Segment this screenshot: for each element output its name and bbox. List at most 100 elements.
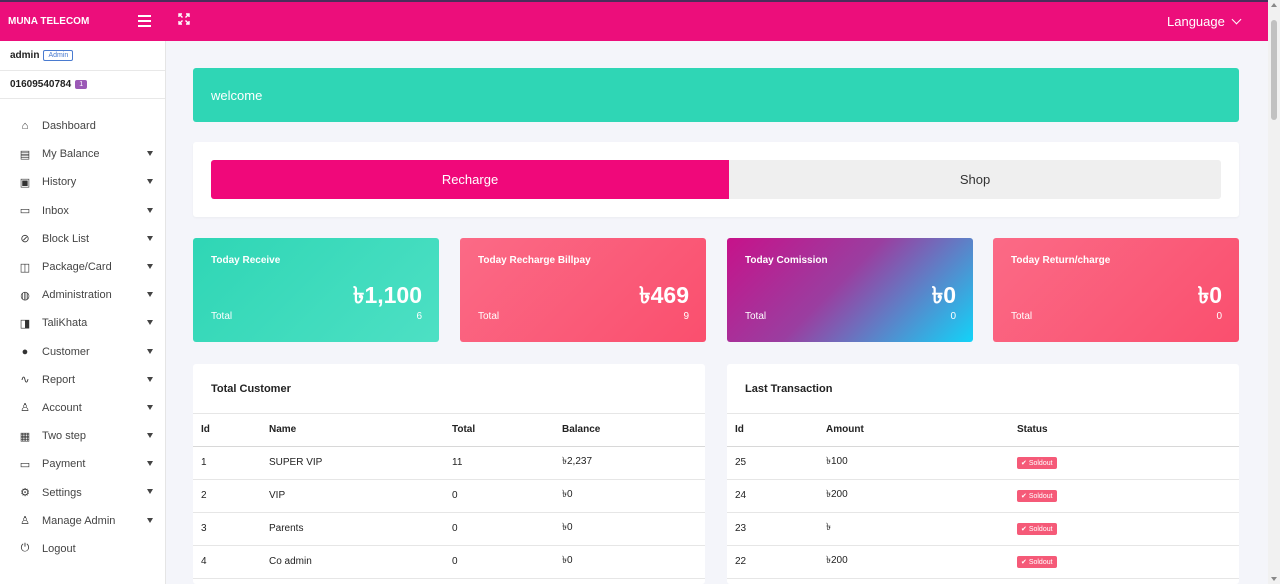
sidebar-item-settings[interactable]: ⚙ Settings	[0, 478, 165, 506]
sidebar-item-two-step[interactable]: ▦ Two step	[0, 422, 165, 450]
caret-down-icon	[147, 292, 153, 298]
sidebar-item-package-card[interactable]: ◫ Package/Card	[0, 253, 165, 281]
status-badge: ✔ Soldout	[1017, 522, 1057, 535]
sidebar-item-inbox[interactable]: ▭ Inbox	[0, 197, 165, 225]
sidebar-item-label: Report	[42, 373, 76, 386]
package-icon: ◫	[19, 261, 31, 274]
sidebar-item-logout[interactable]: ⏻ Logout	[0, 535, 165, 563]
column-header: Name	[261, 414, 444, 447]
sidebar-item-label: Package/Card	[42, 261, 112, 274]
page-scrollbar[interactable]	[1268, 0, 1280, 584]
sidebar-item-label: Payment	[42, 458, 86, 471]
table-cell: Parents	[261, 512, 444, 546]
caret-down-icon	[147, 489, 153, 495]
sidebar-item-label: Two step	[42, 430, 87, 443]
table-row: 24 ৳200 ✔ Soldout	[727, 479, 1239, 513]
table-row: 1 SUPER VIP 11 ৳2,237	[193, 446, 705, 480]
status-badge: ✔ Soldout	[1017, 555, 1057, 568]
table-cell: VIP	[261, 479, 444, 513]
stat-card-today-comission: Today Comission ৳0 Total 0	[727, 238, 973, 342]
wallet-icon: ▤	[19, 148, 31, 161]
role-badge: Admin	[43, 50, 74, 61]
table-cell: ৳200	[818, 545, 1009, 579]
caret-down-icon	[147, 320, 153, 326]
column-header: Id	[193, 414, 261, 447]
stat-label: Total	[478, 311, 500, 322]
table-cell: ৳0	[554, 512, 705, 546]
column-header: Id	[727, 414, 818, 447]
stat-card-today-receive: Today Receive ৳1,100 Total 6	[193, 238, 439, 342]
home-icon: ⌂	[21, 120, 29, 133]
stat-label: Total	[1011, 311, 1033, 322]
table-cell: ৳100	[818, 446, 1009, 480]
caret-down-icon	[147, 207, 153, 213]
sidebar-item-label: Settings	[42, 486, 82, 499]
stat-count: 9	[683, 311, 689, 322]
stat-value: ৳469	[639, 282, 689, 308]
sidebar-item-report[interactable]: ∿ Report	[0, 366, 165, 394]
fullscreen-icon[interactable]	[178, 12, 194, 28]
sidebar-item-dashboard[interactable]: ⌂ Dashboard	[0, 112, 165, 140]
table-cell: 0	[444, 512, 554, 546]
status-badge: ✔ Soldout	[1017, 489, 1057, 502]
scroll-up-arrow-icon[interactable]	[1271, 3, 1277, 7]
sidebar-item-label: Account	[42, 401, 82, 414]
table-header-row: Id Name Total Balance	[193, 414, 705, 447]
language-dropdown[interactable]: Language	[1167, 14, 1242, 29]
sidebar: admin Admin 01609540784 1 ⌂ Dashboard ▤ My …	[0, 41, 166, 584]
sidebar-item-customer[interactable]: ● Customer	[0, 338, 165, 366]
caret-down-icon	[147, 263, 153, 269]
table-cell: SUPER VIP	[261, 446, 444, 480]
table-cell: ৳0	[554, 479, 705, 513]
user-icon: ♙	[20, 402, 30, 415]
stat-card-today-return-charge: Today Return/charge ৳0 Total 0	[993, 238, 1239, 342]
table-row: 22 ৳200 ✔ Soldout	[727, 545, 1239, 579]
block-icon: ⊘	[20, 233, 30, 246]
table-cell: 0	[444, 479, 554, 513]
caret-down-icon	[147, 461, 153, 467]
sidebar-item-block-list[interactable]: ⊘ Block List	[0, 225, 165, 253]
sidebar-item-talikhata[interactable]: ◨ TaliKhata	[0, 309, 165, 337]
sidebar-item-administration[interactable]: ◍ Administration	[0, 281, 165, 309]
chat-icon: ▭	[19, 205, 31, 218]
sidebar-item-label: Block List	[42, 232, 90, 245]
palette-icon: ◍	[20, 289, 30, 302]
language-label: Language	[1167, 14, 1225, 29]
scroll-thumb[interactable]	[1271, 20, 1277, 120]
column-header: Amount	[818, 414, 1009, 447]
activity-icon: ∿	[20, 374, 30, 387]
stat-label: Total	[211, 311, 233, 322]
chart-icon: ▦	[19, 430, 31, 443]
sidebar-item-label: Manage Admin	[42, 514, 116, 527]
caret-down-icon	[147, 151, 153, 157]
status-text: Soldout	[1028, 558, 1053, 566]
scroll-down-arrow-icon[interactable]	[1271, 577, 1277, 581]
table-cell: 4	[193, 545, 261, 579]
sidebar-item-label: Customer	[42, 345, 90, 358]
sidebar-item-label: Dashboard	[42, 120, 96, 133]
status-badge: ✔ Soldout	[1017, 456, 1057, 469]
table-cell: 1	[193, 446, 261, 480]
sidebar-item-label: Logout	[42, 542, 76, 555]
tab-shop[interactable]: Shop	[729, 160, 1221, 199]
transaction-table: Id Amount Status 25 ৳100 ✔ Soldout 24 ৳2…	[727, 414, 1239, 579]
hamburger-menu-icon[interactable]	[138, 15, 151, 27]
table-cell: ৳0	[554, 545, 705, 579]
caret-down-icon	[147, 433, 153, 439]
sidebar-item-history[interactable]: ▣ History	[0, 168, 165, 196]
table-row: 3 Parents 0 ৳0	[193, 512, 705, 546]
table-row: 4 Co admin 0 ৳0	[193, 545, 705, 579]
caret-down-icon	[147, 235, 153, 241]
sidebar-item-account[interactable]: ♙ Account	[0, 394, 165, 422]
sidebar-item-manage-admin[interactable]: ♙ Manage Admin	[0, 507, 165, 535]
status-text: Soldout	[1028, 525, 1053, 533]
stat-count: 0	[1216, 311, 1222, 322]
panel-title: Total Customer	[193, 364, 705, 414]
stat-label: Total	[745, 311, 767, 322]
sidebar-item-my-balance[interactable]: ▤ My Balance	[0, 140, 165, 168]
sidebar-nav: ⌂ Dashboard ▤ My Balance ▣ History ▭ Inbox ⊘ Bloc…	[0, 99, 165, 563]
tab-recharge[interactable]: Recharge	[211, 160, 729, 199]
table-row: 23 ৳ ✔ Soldout	[727, 512, 1239, 546]
sidebar-item-payment[interactable]: ▭ Payment	[0, 450, 165, 478]
user-icon: ♙	[20, 515, 30, 528]
